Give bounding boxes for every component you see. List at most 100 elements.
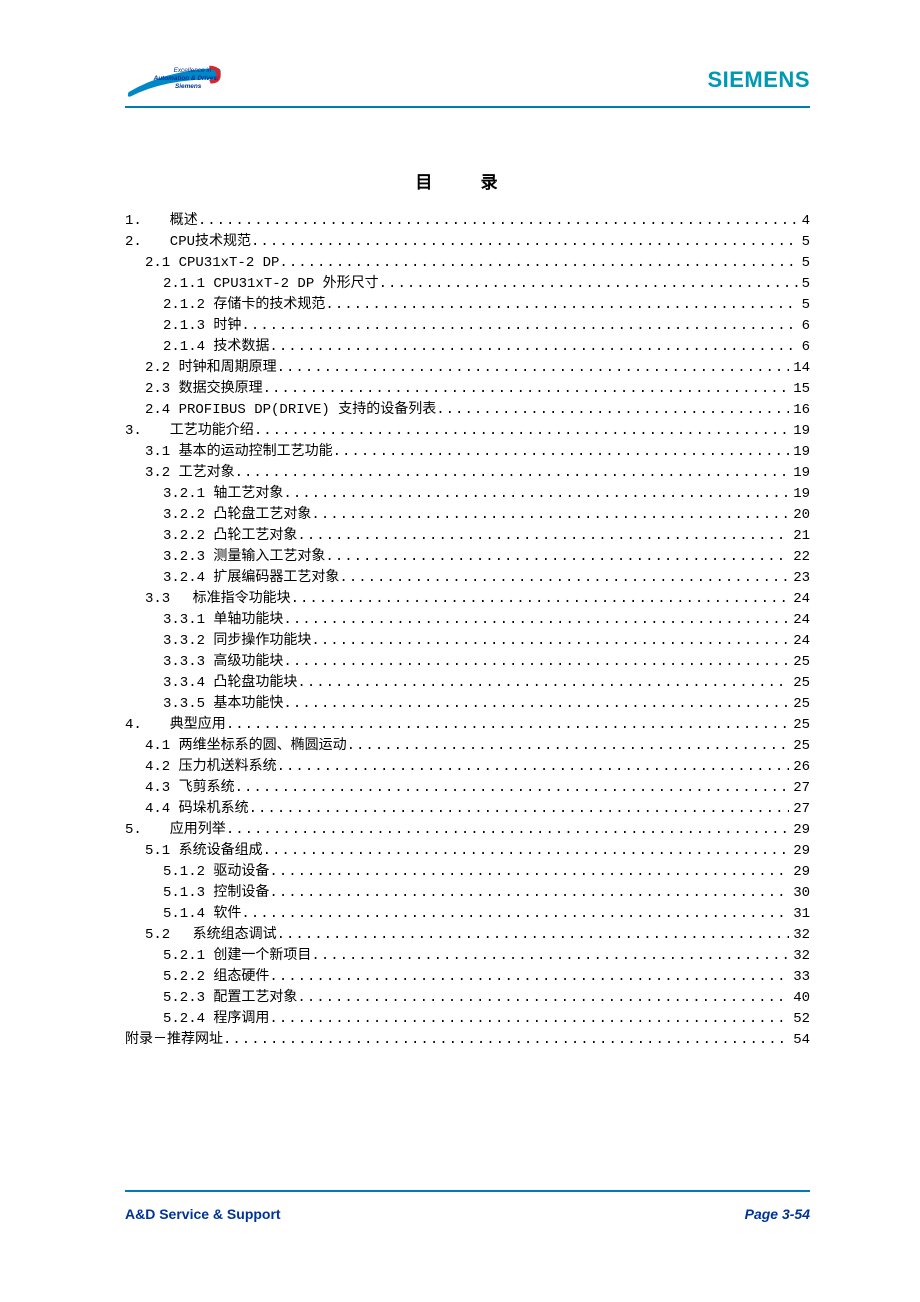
- table-of-contents: 1. 概述 42. CPU技术规范 52.1 CPU31xT-2 DP 52.1…: [125, 211, 810, 1051]
- toc-entry-label: 3.3.5 基本功能快: [163, 694, 283, 715]
- toc-leader-dots: [198, 211, 798, 232]
- toc-entry-label: 1. 概述: [125, 211, 198, 232]
- document-page: Excellence in Automation & Drives: Sieme…: [0, 0, 920, 1302]
- toc-entry-page: 15: [789, 379, 810, 400]
- toc-entry-page: 19: [789, 421, 810, 442]
- toc-entry-label: 5.1 系统设备组成: [145, 841, 263, 862]
- toc-leader-dots: [333, 442, 790, 463]
- toc-leader-dots: [311, 505, 789, 526]
- toc-leader-dots: [297, 673, 789, 694]
- toc-entry-label: 5. 应用列举: [125, 820, 226, 841]
- toc-entry: 5.1.3 控制设备 30: [125, 883, 810, 904]
- toc-entry-label: 2. CPU技术规范: [125, 232, 251, 253]
- toc-entry: 4.2 压力机送料系统 26: [125, 757, 810, 778]
- toc-entry-page: 20: [789, 505, 810, 526]
- toc-entry-label: 3.3.1 单轴功能块: [163, 610, 283, 631]
- toc-leader-dots: [283, 694, 789, 715]
- toc-entry-label: 4. 典型应用: [125, 715, 226, 736]
- toc-entry: 3.2 工艺对象 19: [125, 463, 810, 484]
- toc-entry-page: 29: [789, 820, 810, 841]
- toc-entry-label: 3.3.3 高级功能块: [163, 652, 283, 673]
- toc-entry-label: 附录－推荐网址: [125, 1030, 223, 1051]
- toc-entry: 4.3 飞剪系统 27: [125, 778, 810, 799]
- toc-entry-label: 3.3.2 同步操作功能块: [163, 631, 311, 652]
- toc-entry: 2.2 时钟和周期原理 14: [125, 358, 810, 379]
- toc-entry: 2.1.2 存储卡的技术规范 5: [125, 295, 810, 316]
- toc-leader-dots: [269, 862, 789, 883]
- toc-entry-page: 24: [789, 610, 810, 631]
- toc-entry-page: 14: [789, 358, 810, 379]
- toc-leader-dots: [269, 1009, 789, 1030]
- toc-leader-dots: [277, 925, 790, 946]
- toc-entry: 3.3.4 凸轮盘功能块 25: [125, 673, 810, 694]
- toc-entry: 3.3.1 单轴功能块 24: [125, 610, 810, 631]
- toc-entry-label: 3.2.2 凸轮盘工艺对象: [163, 505, 311, 526]
- toc-entry-page: 32: [789, 946, 810, 967]
- toc-entry-label: 3.2 工艺对象: [145, 463, 235, 484]
- svg-text:Automation & Drives:: Automation & Drives:: [153, 75, 220, 82]
- toc-leader-dots: [311, 946, 789, 967]
- toc-leader-dots: [269, 883, 789, 904]
- footer-right: Page 3-54: [745, 1206, 810, 1222]
- toc-entry-page: 21: [789, 526, 810, 547]
- toc-entry-label: 5.2 系统组态调试: [145, 925, 277, 946]
- toc-entry-label: 5.2.1 创建一个新项目: [163, 946, 311, 967]
- toc-entry-page: 25: [789, 736, 810, 757]
- toc-entry-page: 24: [789, 589, 810, 610]
- toc-entry-label: 4.3 飞剪系统: [145, 778, 235, 799]
- toc-leader-dots: [277, 358, 790, 379]
- toc-entry: 2.3 数据交换原理 15: [125, 379, 810, 400]
- toc-entry-page: 6: [798, 337, 810, 358]
- toc-entry-label: 2.3 数据交换原理: [145, 379, 263, 400]
- toc-leader-dots: [339, 568, 789, 589]
- toc-entry: 3.3.5 基本功能快 25: [125, 694, 810, 715]
- toc-entry-label: 5.1.2 驱动设备: [163, 862, 269, 883]
- toc-entry: 5.2.2 组态硬件 33: [125, 967, 810, 988]
- toc-entry-page: 5: [798, 232, 810, 253]
- toc-entry-page: 32: [789, 925, 810, 946]
- toc-entry-label: 2.1.3 时钟: [163, 316, 241, 337]
- toc-entry: 3.2.4 扩展编码器工艺对象 23: [125, 568, 810, 589]
- toc-entry: 附录－推荐网址 54: [125, 1030, 810, 1051]
- toc-entry: 2.4 PROFIBUS DP(DRIVE) 支持的设备列表 16: [125, 400, 810, 421]
- toc-leader-dots: [263, 841, 790, 862]
- siemens-slogan-logo: Excellence in Automation & Drives: Sieme…: [125, 60, 225, 100]
- toc-entry: 3.2.2 凸轮盘工艺对象 20: [125, 505, 810, 526]
- toc-leader-dots: [325, 547, 789, 568]
- toc-leader-dots: [249, 799, 790, 820]
- toc-entry-page: 29: [789, 841, 810, 862]
- toc-leader-dots: [379, 274, 798, 295]
- toc-entry: 3.1 基本的运动控制工艺功能 19: [125, 442, 810, 463]
- footer-left: A&D Service & Support: [125, 1206, 281, 1222]
- toc-entry-label: 3.3.4 凸轮盘功能块: [163, 673, 297, 694]
- toc-entry: 5.2 系统组态调试 32: [125, 925, 810, 946]
- toc-entry-page: 25: [789, 673, 810, 694]
- toc-entry: 3.3 标准指令功能块 24: [125, 589, 810, 610]
- toc-entry-page: 5: [798, 274, 810, 295]
- toc-leader-dots: [291, 589, 790, 610]
- toc-entry-page: 27: [789, 778, 810, 799]
- page-header: Excellence in Automation & Drives: Sieme…: [125, 60, 810, 108]
- toc-entry: 2.1.3 时钟 6: [125, 316, 810, 337]
- svg-text:Siemens: Siemens: [175, 83, 202, 90]
- toc-entry-label: 2.1.4 技术数据: [163, 337, 269, 358]
- toc-entry-label: 2.2 时钟和周期原理: [145, 358, 277, 379]
- toc-entry-label: 3.2.3 测量输入工艺对象: [163, 547, 325, 568]
- toc-entry: 5.2.3 配置工艺对象 40: [125, 988, 810, 1009]
- toc-entry-page: 26: [789, 757, 810, 778]
- toc-entry-label: 5.1.4 软件: [163, 904, 241, 925]
- toc-entry: 2.1.4 技术数据 6: [125, 337, 810, 358]
- swoosh-icon: Excellence in Automation & Drives: Sieme…: [125, 60, 225, 100]
- toc-entry-label: 5.2.4 程序调用: [163, 1009, 269, 1030]
- toc-leader-dots: [436, 400, 789, 421]
- toc-entry: 3.2.3 测量输入工艺对象 22: [125, 547, 810, 568]
- toc-entry-page: 22: [789, 547, 810, 568]
- toc-entry: 5.2.4 程序调用 52: [125, 1009, 810, 1030]
- toc-entry: 4.1 两维坐标系的圆、椭圆运动 25: [125, 736, 810, 757]
- toc-entry: 3.2.2 凸轮工艺对象 21: [125, 526, 810, 547]
- toc-entry-label: 2.1 CPU31xT-2 DP: [145, 253, 279, 274]
- toc-entry-label: 4.4 码垛机系统: [145, 799, 249, 820]
- toc-entry-page: 19: [789, 463, 810, 484]
- toc-entry: 3.3.3 高级功能块 25: [125, 652, 810, 673]
- toc-leader-dots: [283, 610, 789, 631]
